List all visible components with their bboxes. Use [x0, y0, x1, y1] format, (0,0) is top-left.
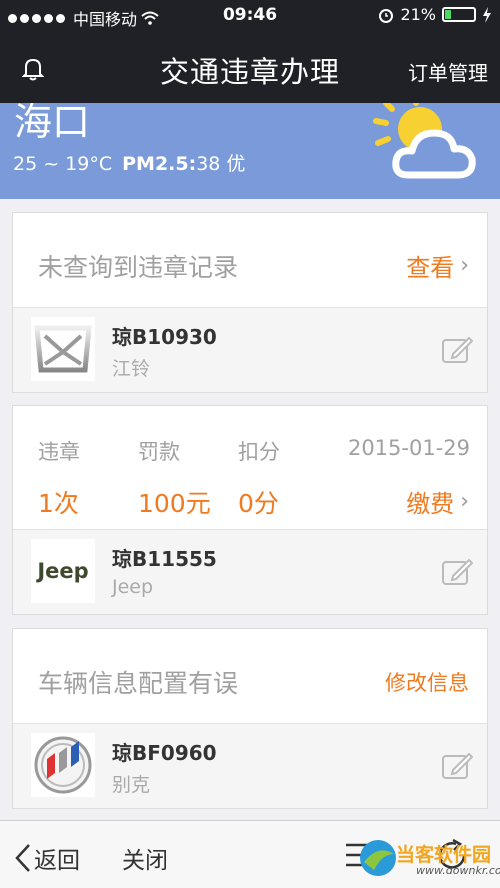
chevron-left-icon	[15, 844, 30, 872]
card-header: 车辆信息配置有误 修改信息	[13, 629, 487, 724]
charging-icon	[483, 6, 491, 23]
status-bar: 中国移动 09:46 21%	[0, 0, 500, 31]
vehicle-row[interactable]: Jeep 琼B11555 Jeep	[13, 530, 487, 614]
temperature-range: 25 ~ 19°C	[13, 153, 113, 175]
plate-number: 琼BF0960	[112, 741, 217, 765]
violation-label: 违章	[38, 440, 80, 464]
plate-number: 琼B10930	[112, 325, 217, 349]
jmc-logo	[31, 317, 95, 381]
chevron-right-icon: ›	[460, 253, 469, 278]
violation-card: 违章 罚款 扣分 2015-01-29 1次 100元 0分 缴费 › Jeep…	[12, 405, 488, 615]
config-error-card: 车辆信息配置有误 修改信息 琼BF0960 别克	[12, 628, 488, 809]
card-header: 违章 罚款 扣分 2015-01-29 1次 100元 0分 缴费 ›	[13, 406, 487, 530]
pay-button[interactable]: 缴费 ›	[406, 484, 469, 519]
vehicle-brand: 江铃	[112, 358, 151, 380]
buick-logo	[31, 733, 95, 797]
fine-label: 罚款	[138, 440, 180, 464]
edit-icon[interactable]	[441, 752, 473, 780]
config-error-text: 车辆信息配置有误	[38, 669, 239, 698]
edit-icon[interactable]	[441, 336, 473, 364]
watermark-text: 当客软件园	[396, 844, 492, 866]
chevron-right-icon: ›	[460, 489, 469, 514]
back-label: 返回	[34, 848, 80, 874]
city-name: 海口	[14, 103, 91, 144]
card-header: 未查询到违章记录 查看 ›	[13, 213, 487, 308]
watermark: 当客软件园 www.downkr.com	[356, 834, 500, 884]
nav-bar: 交通违章办理 订单管理	[0, 31, 500, 103]
pay-button-label: 缴费	[406, 490, 455, 518]
fine-amount: 100元	[138, 489, 211, 518]
close-button[interactable]: 关闭	[122, 841, 168, 875]
no-violation-text: 未查询到违章记录	[38, 253, 239, 282]
points-label: 扣分	[238, 440, 280, 464]
battery-icon	[442, 7, 476, 22]
back-button[interactable]: 返回	[14, 841, 80, 875]
vehicle-brand: 别克	[112, 774, 151, 796]
plate-number: 琼B11555	[112, 547, 217, 571]
vehicle-row[interactable]: 琼B10930 江铃	[13, 308, 487, 392]
view-button[interactable]: 查看 ›	[406, 248, 469, 283]
points-deducted: 0分	[238, 489, 279, 518]
weather-banner: 海口 25 ~ 19°C PM2.5:38 优	[0, 103, 500, 199]
bottom-toolbar: 返回 关闭 当客软件园 www.downkr.com	[0, 820, 500, 888]
vehicle-row[interactable]: 琼BF0960 别克	[13, 724, 487, 808]
vehicle-brand: Jeep	[112, 576, 154, 598]
vehicle-card: 未查询到违章记录 查看 › 琼B10930 江铃	[12, 212, 488, 393]
violation-count: 1次	[38, 489, 79, 518]
temperature: 25 ~ 19°C PM2.5:38 优	[13, 149, 245, 176]
jeep-logo: Jeep	[31, 539, 95, 603]
view-button-label: 查看	[406, 254, 455, 282]
battery-percent: 21%	[400, 5, 436, 24]
pm-value: 38 优	[196, 153, 246, 175]
edit-icon[interactable]	[441, 558, 473, 586]
violation-date: 2015-01-29	[347, 436, 470, 460]
order-management-button[interactable]: 订单管理	[408, 57, 488, 86]
partly-cloudy-icon	[373, 103, 476, 179]
watermark-url: www.downkr.com	[416, 864, 500, 877]
status-right: 21%	[378, 5, 492, 24]
pm-label: PM2.5:	[122, 153, 197, 175]
watermark-logo-icon	[360, 840, 396, 876]
edit-info-button[interactable]: 修改信息	[385, 667, 469, 697]
alarm-icon	[379, 8, 394, 23]
